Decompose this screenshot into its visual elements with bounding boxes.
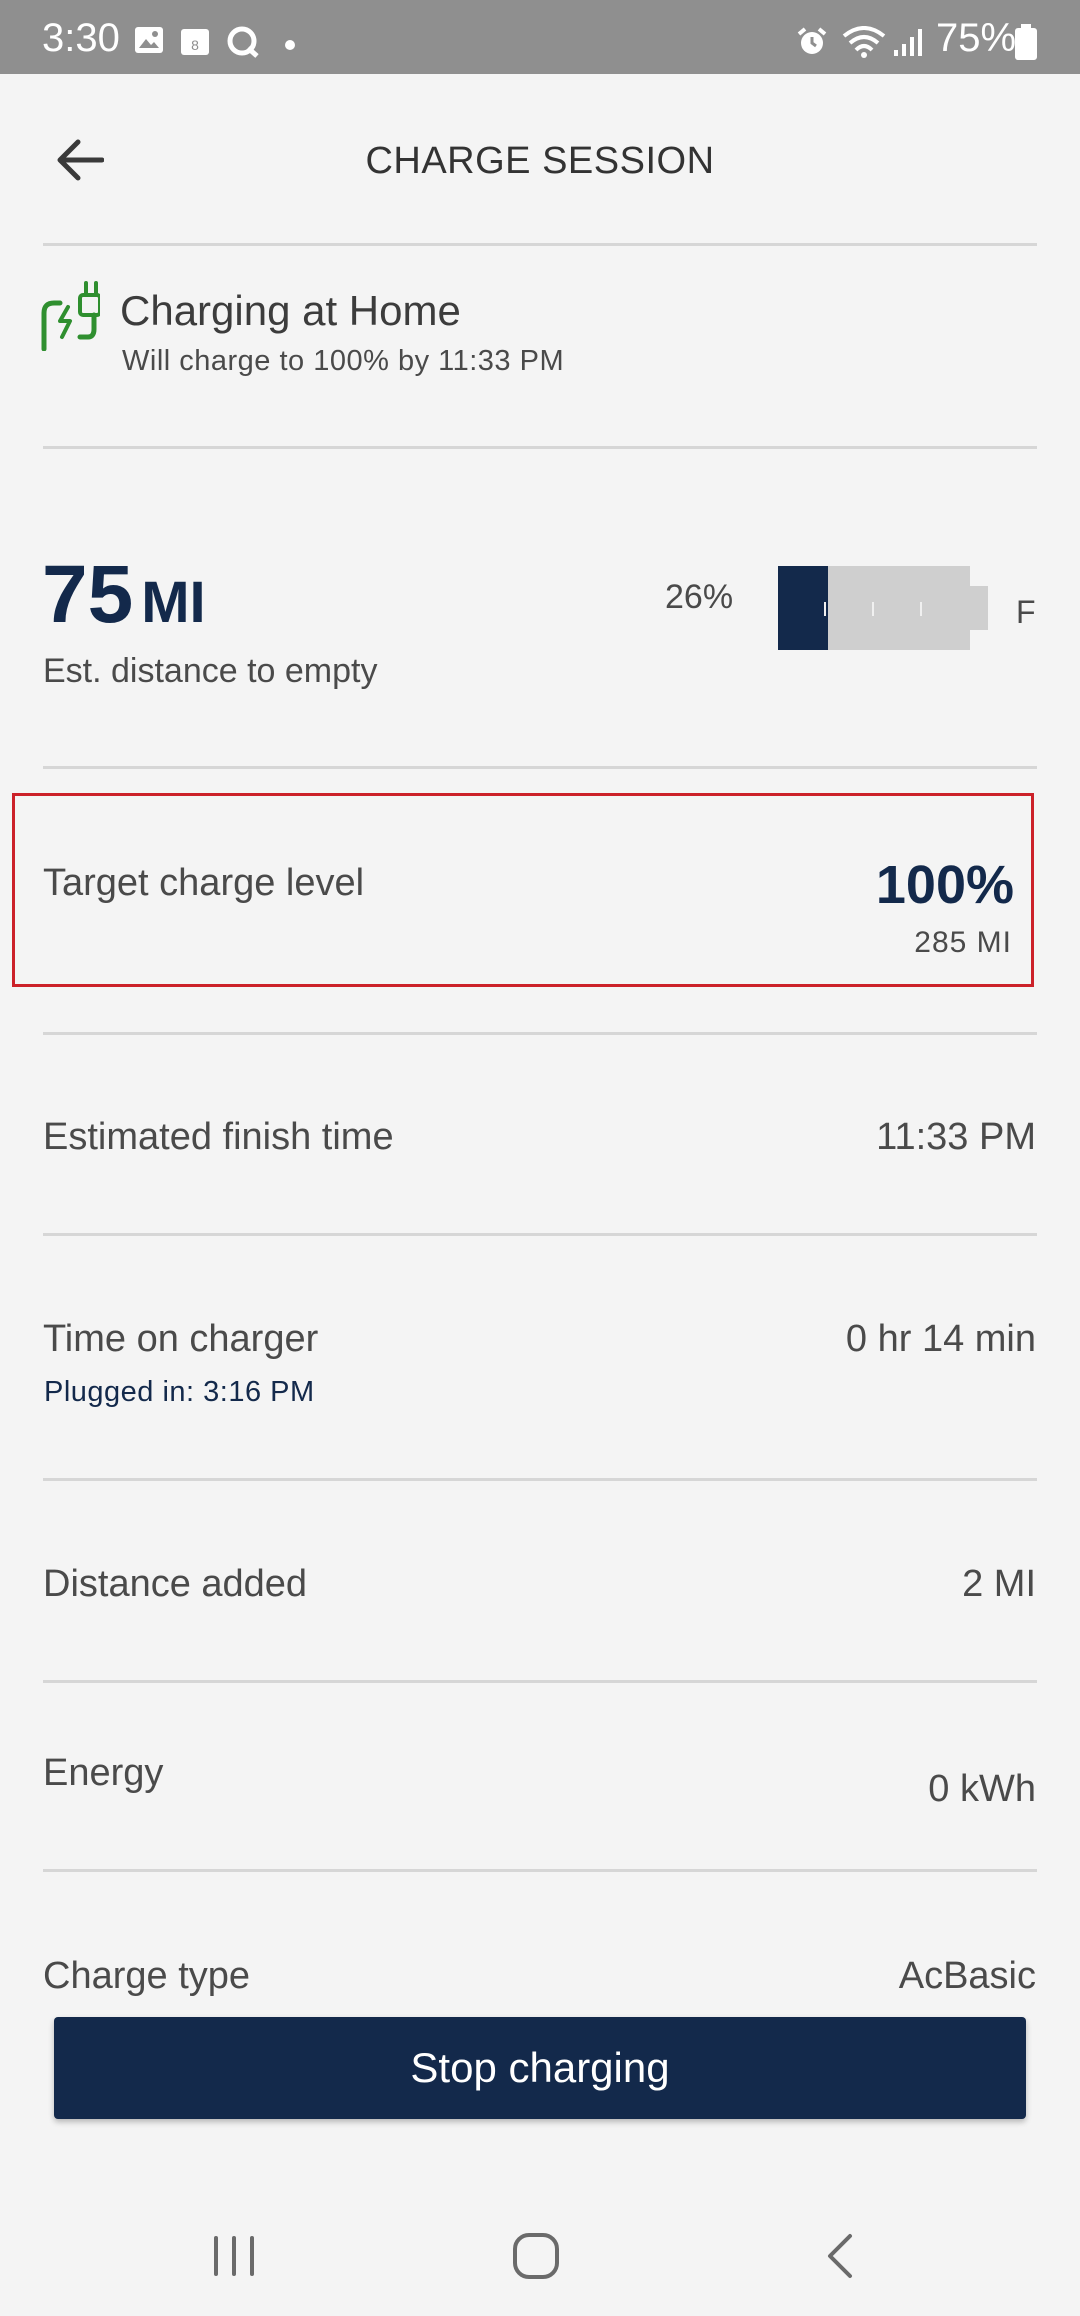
charging-location: Charging at Home xyxy=(120,287,461,334)
range-label: Est. distance to empty xyxy=(43,652,378,690)
dot-icon xyxy=(284,38,296,56)
image-icon xyxy=(134,26,164,59)
plugged-in-time: Plugged in: 3:16 PM xyxy=(44,1376,315,1408)
chevron-left-icon xyxy=(828,2234,852,2278)
battery-percent: 75% xyxy=(936,16,1017,60)
target-charge-range: 285 MI xyxy=(914,926,1012,959)
divider xyxy=(43,446,1037,449)
status-time: 3:30 xyxy=(42,16,120,60)
battery-percent-label: 26% xyxy=(665,578,734,616)
recents-button[interactable] xyxy=(184,2216,284,2296)
stop-charging-button[interactable]: Stop charging xyxy=(54,2017,1026,2119)
home-button[interactable] xyxy=(486,2216,586,2296)
battery-cap xyxy=(970,586,988,630)
battery-tick xyxy=(872,602,874,616)
status-bar: 3:30 8 75% xyxy=(0,0,1080,74)
charge-type-value: AcBasic xyxy=(898,1955,1036,1997)
battery-gauge xyxy=(778,566,970,650)
target-charge-value[interactable]: 100% xyxy=(876,854,1014,916)
range-number: 75 xyxy=(42,549,134,640)
charge-type-label: Charge type xyxy=(43,1955,251,1997)
divider xyxy=(43,1869,1037,1872)
distance-added-label: Distance added xyxy=(43,1563,308,1605)
energy-label: Energy xyxy=(43,1752,164,1794)
distance-added-value: 2 MI xyxy=(962,1563,1036,1605)
time-on-charger-label: Time on charger xyxy=(43,1318,319,1360)
wifi-icon xyxy=(842,26,886,63)
charging-estimate: Will charge to 100% by 11:33 PM xyxy=(122,345,565,377)
battery-tick xyxy=(824,602,826,616)
divider xyxy=(43,1032,1037,1035)
calendar-icon: 8 xyxy=(180,26,210,61)
range-value: 75 MI xyxy=(42,548,206,642)
recents-icon xyxy=(214,2236,254,2276)
finish-time-value: 11:33 PM xyxy=(876,1116,1036,1158)
battery-fill xyxy=(778,566,828,650)
energy-value: 0 kWh xyxy=(928,1768,1036,1810)
divider xyxy=(43,766,1037,769)
finish-time-label: Estimated finish time xyxy=(43,1116,394,1158)
signal-icon xyxy=(892,26,926,63)
divider xyxy=(43,1680,1037,1683)
target-charge-label[interactable]: Target charge level xyxy=(43,862,364,905)
divider xyxy=(43,1233,1037,1236)
battery-tick xyxy=(920,602,922,616)
time-on-charger-value: 0 hr 14 min xyxy=(845,1318,1036,1360)
divider xyxy=(43,1478,1037,1481)
range-unit: MI xyxy=(141,570,206,635)
system-back-button[interactable] xyxy=(790,2216,890,2296)
alarm-icon xyxy=(796,26,828,63)
charging-plug-icon xyxy=(41,281,100,351)
battery-icon xyxy=(1014,24,1038,65)
system-nav-bar xyxy=(0,2180,1080,2316)
page-title: CHARGE SESSION xyxy=(365,140,715,182)
app-header: CHARGE SESSION xyxy=(0,74,1080,244)
divider xyxy=(43,243,1037,246)
svg-text:8: 8 xyxy=(191,37,199,53)
home-icon xyxy=(513,2233,559,2279)
chat-icon xyxy=(226,26,260,63)
charging-status: Charging at Home Will charge to 100% by … xyxy=(40,275,1040,405)
battery-full-label: F xyxy=(1016,594,1036,630)
